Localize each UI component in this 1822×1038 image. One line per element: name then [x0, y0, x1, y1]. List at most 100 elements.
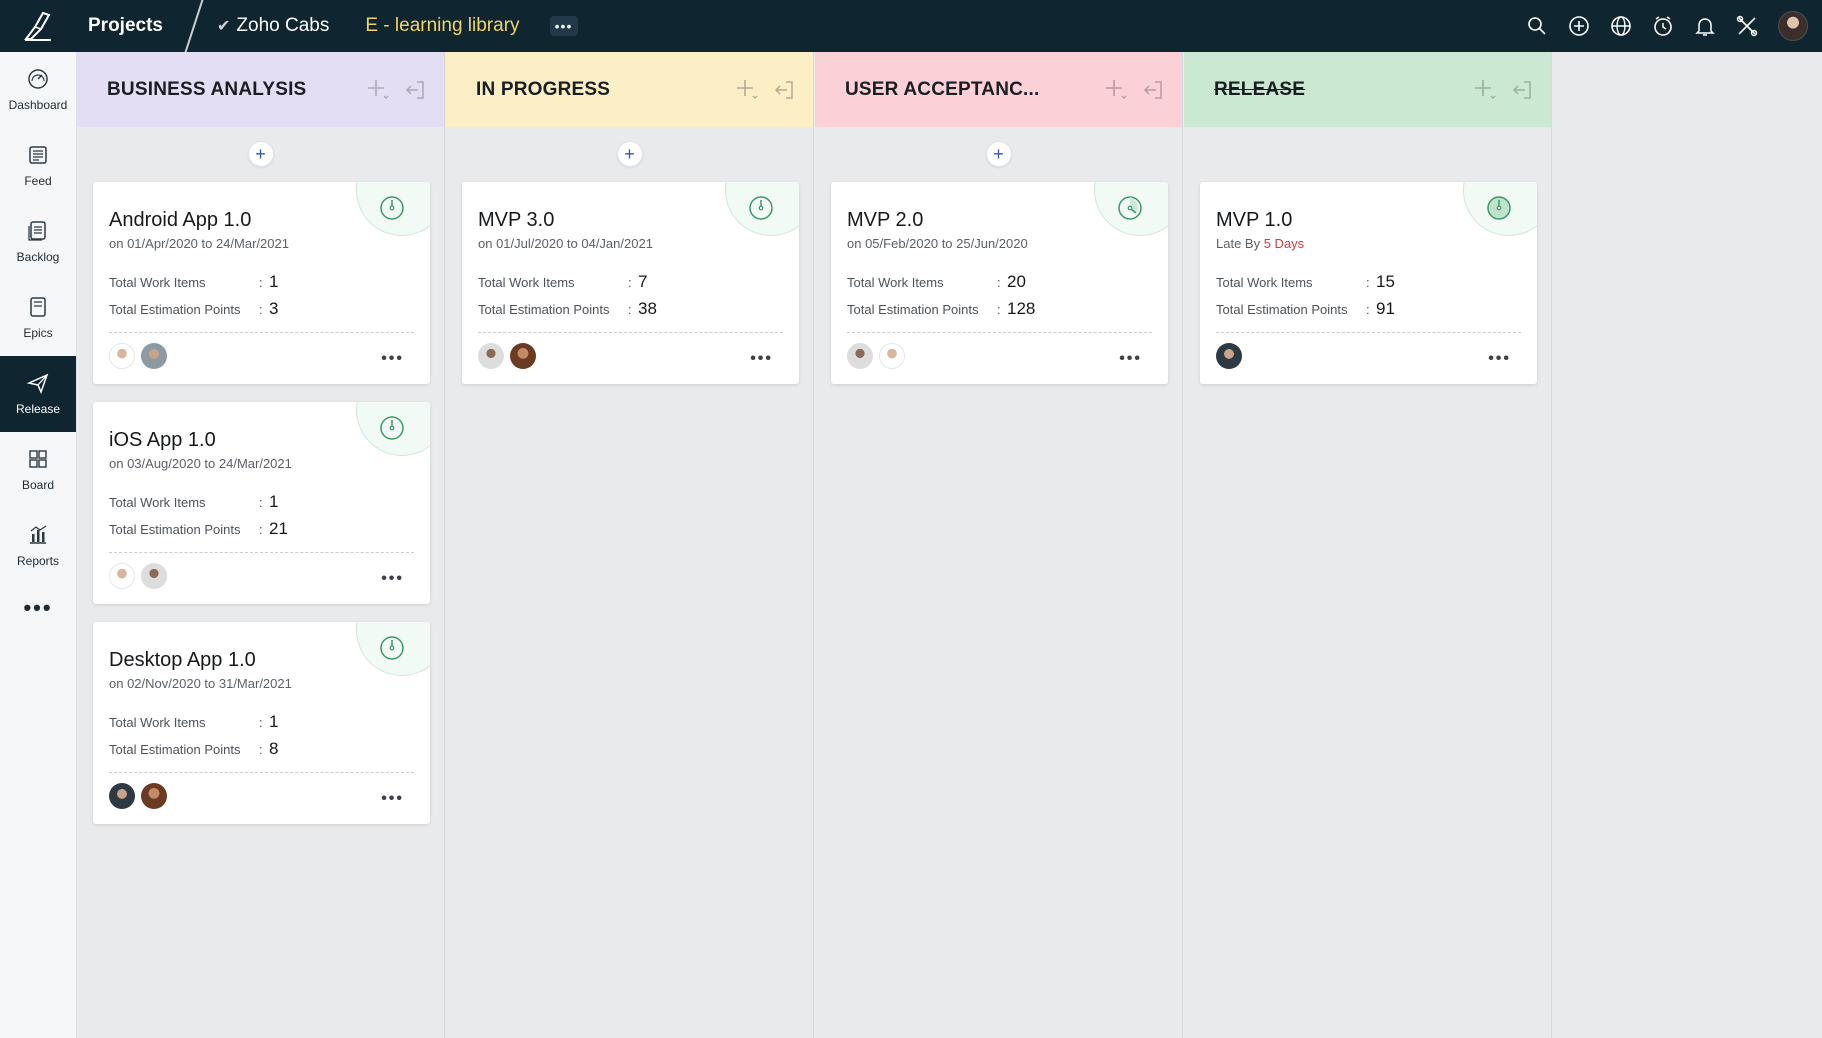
collapse-icon[interactable]	[773, 79, 795, 101]
assignees	[109, 343, 167, 369]
release-card[interactable]: Desktop App 1.0 on 02/Nov/2020 to 31/Mar…	[93, 622, 430, 824]
sidebar-item-dashboard[interactable]: Dashboard	[0, 52, 76, 128]
progress-dial-icon	[749, 196, 773, 220]
assignees	[1216, 343, 1242, 369]
collapse-icon[interactable]	[1142, 79, 1164, 101]
progress-ring	[725, 182, 799, 236]
avatar[interactable]	[141, 343, 167, 369]
tools-icon[interactable]	[1736, 15, 1758, 37]
timer-icon[interactable]	[1652, 15, 1674, 37]
progress-ring	[356, 622, 430, 676]
card-more-button[interactable]: •••	[1119, 350, 1142, 368]
check-icon: ✔	[216, 18, 231, 35]
release-card[interactable]: MVP 3.0 on 01/Jul/2020 to 04/Jan/2021 To…	[462, 182, 799, 384]
release-card[interactable]: MVP 1.0 Late By 5 Days Total Work Items:…	[1200, 182, 1537, 384]
progress-dial-icon	[380, 416, 404, 440]
card-dates: on 02/Nov/2020 to 31/Mar/2021	[109, 676, 292, 691]
add-release-icon[interactable]	[366, 78, 390, 102]
add-release-icon[interactable]	[1104, 78, 1128, 102]
column-business-analysis: BUSINESS ANALYSIS + Android App 1.0 on 0…	[77, 52, 445, 1038]
sidebar-item-label: Reports	[16, 554, 60, 568]
sidebar-item-epics[interactable]: Epics	[0, 280, 76, 356]
progress-ring	[356, 182, 430, 236]
card-title: MVP 3.0	[478, 209, 555, 231]
work-items-label: Total Work Items	[847, 275, 944, 290]
assignees	[109, 563, 167, 589]
card-title: iOS App 1.0	[109, 429, 216, 451]
late-prefix: Late By	[1216, 236, 1261, 251]
sidebar-item-label: Board	[21, 478, 55, 492]
release-card[interactable]: iOS App 1.0 on 03/Aug/2020 to 24/Mar/202…	[93, 402, 430, 604]
avatar[interactable]	[141, 563, 167, 589]
dashboard-icon	[28, 69, 48, 89]
column-title: IN PROGRESS	[476, 78, 611, 100]
reports-icon	[30, 525, 47, 544]
sidebar-item-reports[interactable]: Reports	[0, 508, 76, 584]
card-dates: on 01/Jul/2020 to 04/Jan/2021	[478, 236, 653, 251]
work-items-label: Total Work Items	[109, 715, 206, 730]
divider	[109, 772, 414, 773]
card-title: MVP 2.0	[847, 209, 924, 231]
project-selector[interactable]: ✔ Zoho Cabs	[217, 15, 329, 37]
projects-link[interactable]: Projects	[88, 15, 163, 37]
avatar[interactable]	[478, 343, 504, 369]
sidebar-item-board[interactable]: Board	[0, 432, 76, 508]
progress-dial-icon	[1118, 196, 1142, 220]
library-link[interactable]: E - learning library	[365, 15, 519, 37]
work-items-value: 1	[269, 492, 279, 511]
work-items-label: Total Work Items	[1216, 275, 1313, 290]
work-items-value: 1	[269, 712, 279, 731]
avatar[interactable]	[510, 343, 536, 369]
avatar[interactable]	[1216, 343, 1242, 369]
avatar[interactable]	[141, 783, 167, 809]
avatar[interactable]	[879, 343, 905, 369]
collapse-icon[interactable]	[1511, 79, 1533, 101]
add-icon[interactable]	[1568, 15, 1590, 37]
estimation-points-label: Total Estimation Points	[478, 302, 610, 317]
sidebar-more-button[interactable]: •••	[0, 584, 76, 632]
sidebar-item-label: Epics	[23, 326, 53, 340]
sidebar-item-release[interactable]: Release	[0, 356, 76, 432]
avatar[interactable]	[109, 563, 135, 589]
card-more-button[interactable]: •••	[381, 350, 404, 368]
sidebar-item-feed[interactable]: Feed	[0, 128, 76, 204]
notification-bell-icon[interactable]	[1694, 15, 1716, 37]
card-more-button[interactable]: •••	[750, 350, 773, 368]
progress-ring	[1094, 182, 1168, 236]
add-card-button[interactable]: +	[247, 141, 274, 167]
sidebar-item-label: Dashboard	[8, 98, 68, 112]
column-header: IN PROGRESS	[446, 52, 813, 127]
work-items-value: 15	[1376, 272, 1395, 291]
add-card-button[interactable]: +	[616, 141, 643, 167]
card-more-button[interactable]: •••	[381, 570, 404, 588]
board-icon	[29, 450, 47, 468]
avatar[interactable]	[847, 343, 873, 369]
card-title: Android App 1.0	[109, 209, 252, 231]
work-items-label: Total Work Items	[478, 275, 575, 290]
estimation-points-value: 38	[638, 299, 657, 318]
avatar[interactable]	[109, 343, 135, 369]
more-options-button[interactable]: •••	[549, 16, 578, 36]
add-release-icon[interactable]	[735, 78, 759, 102]
card-dates: on 03/Aug/2020 to 24/Mar/2021	[109, 456, 292, 471]
divider	[109, 332, 414, 333]
release-card[interactable]: Android App 1.0 on 01/Apr/2020 to 24/Mar…	[93, 182, 430, 384]
add-card-button[interactable]: +	[985, 141, 1012, 167]
sidebar-item-backlog[interactable]: Backlog	[0, 204, 76, 280]
breadcrumb-divider	[184, 0, 204, 53]
search-icon[interactable]	[1526, 15, 1548, 37]
app-logo-icon[interactable]	[0, 0, 76, 52]
card-more-button[interactable]: •••	[381, 790, 404, 808]
user-avatar[interactable]	[1778, 11, 1808, 41]
estimation-points-value: 91	[1376, 299, 1395, 318]
column-title: BUSINESS ANALYSIS	[107, 78, 307, 100]
assignees	[109, 783, 167, 809]
release-card[interactable]: MVP 2.0 on 05/Feb/2020 to 25/Jun/2020 To…	[831, 182, 1168, 384]
globe-icon[interactable]	[1610, 15, 1632, 37]
add-release-icon[interactable]	[1473, 78, 1497, 102]
column-in-progress: IN PROGRESS + MVP 3.0 on 01/Jul/2020 to …	[446, 52, 814, 1038]
avatar[interactable]	[109, 783, 135, 809]
collapse-icon[interactable]	[404, 79, 426, 101]
card-title: MVP 1.0	[1216, 209, 1293, 231]
card-more-button[interactable]: •••	[1488, 350, 1511, 368]
